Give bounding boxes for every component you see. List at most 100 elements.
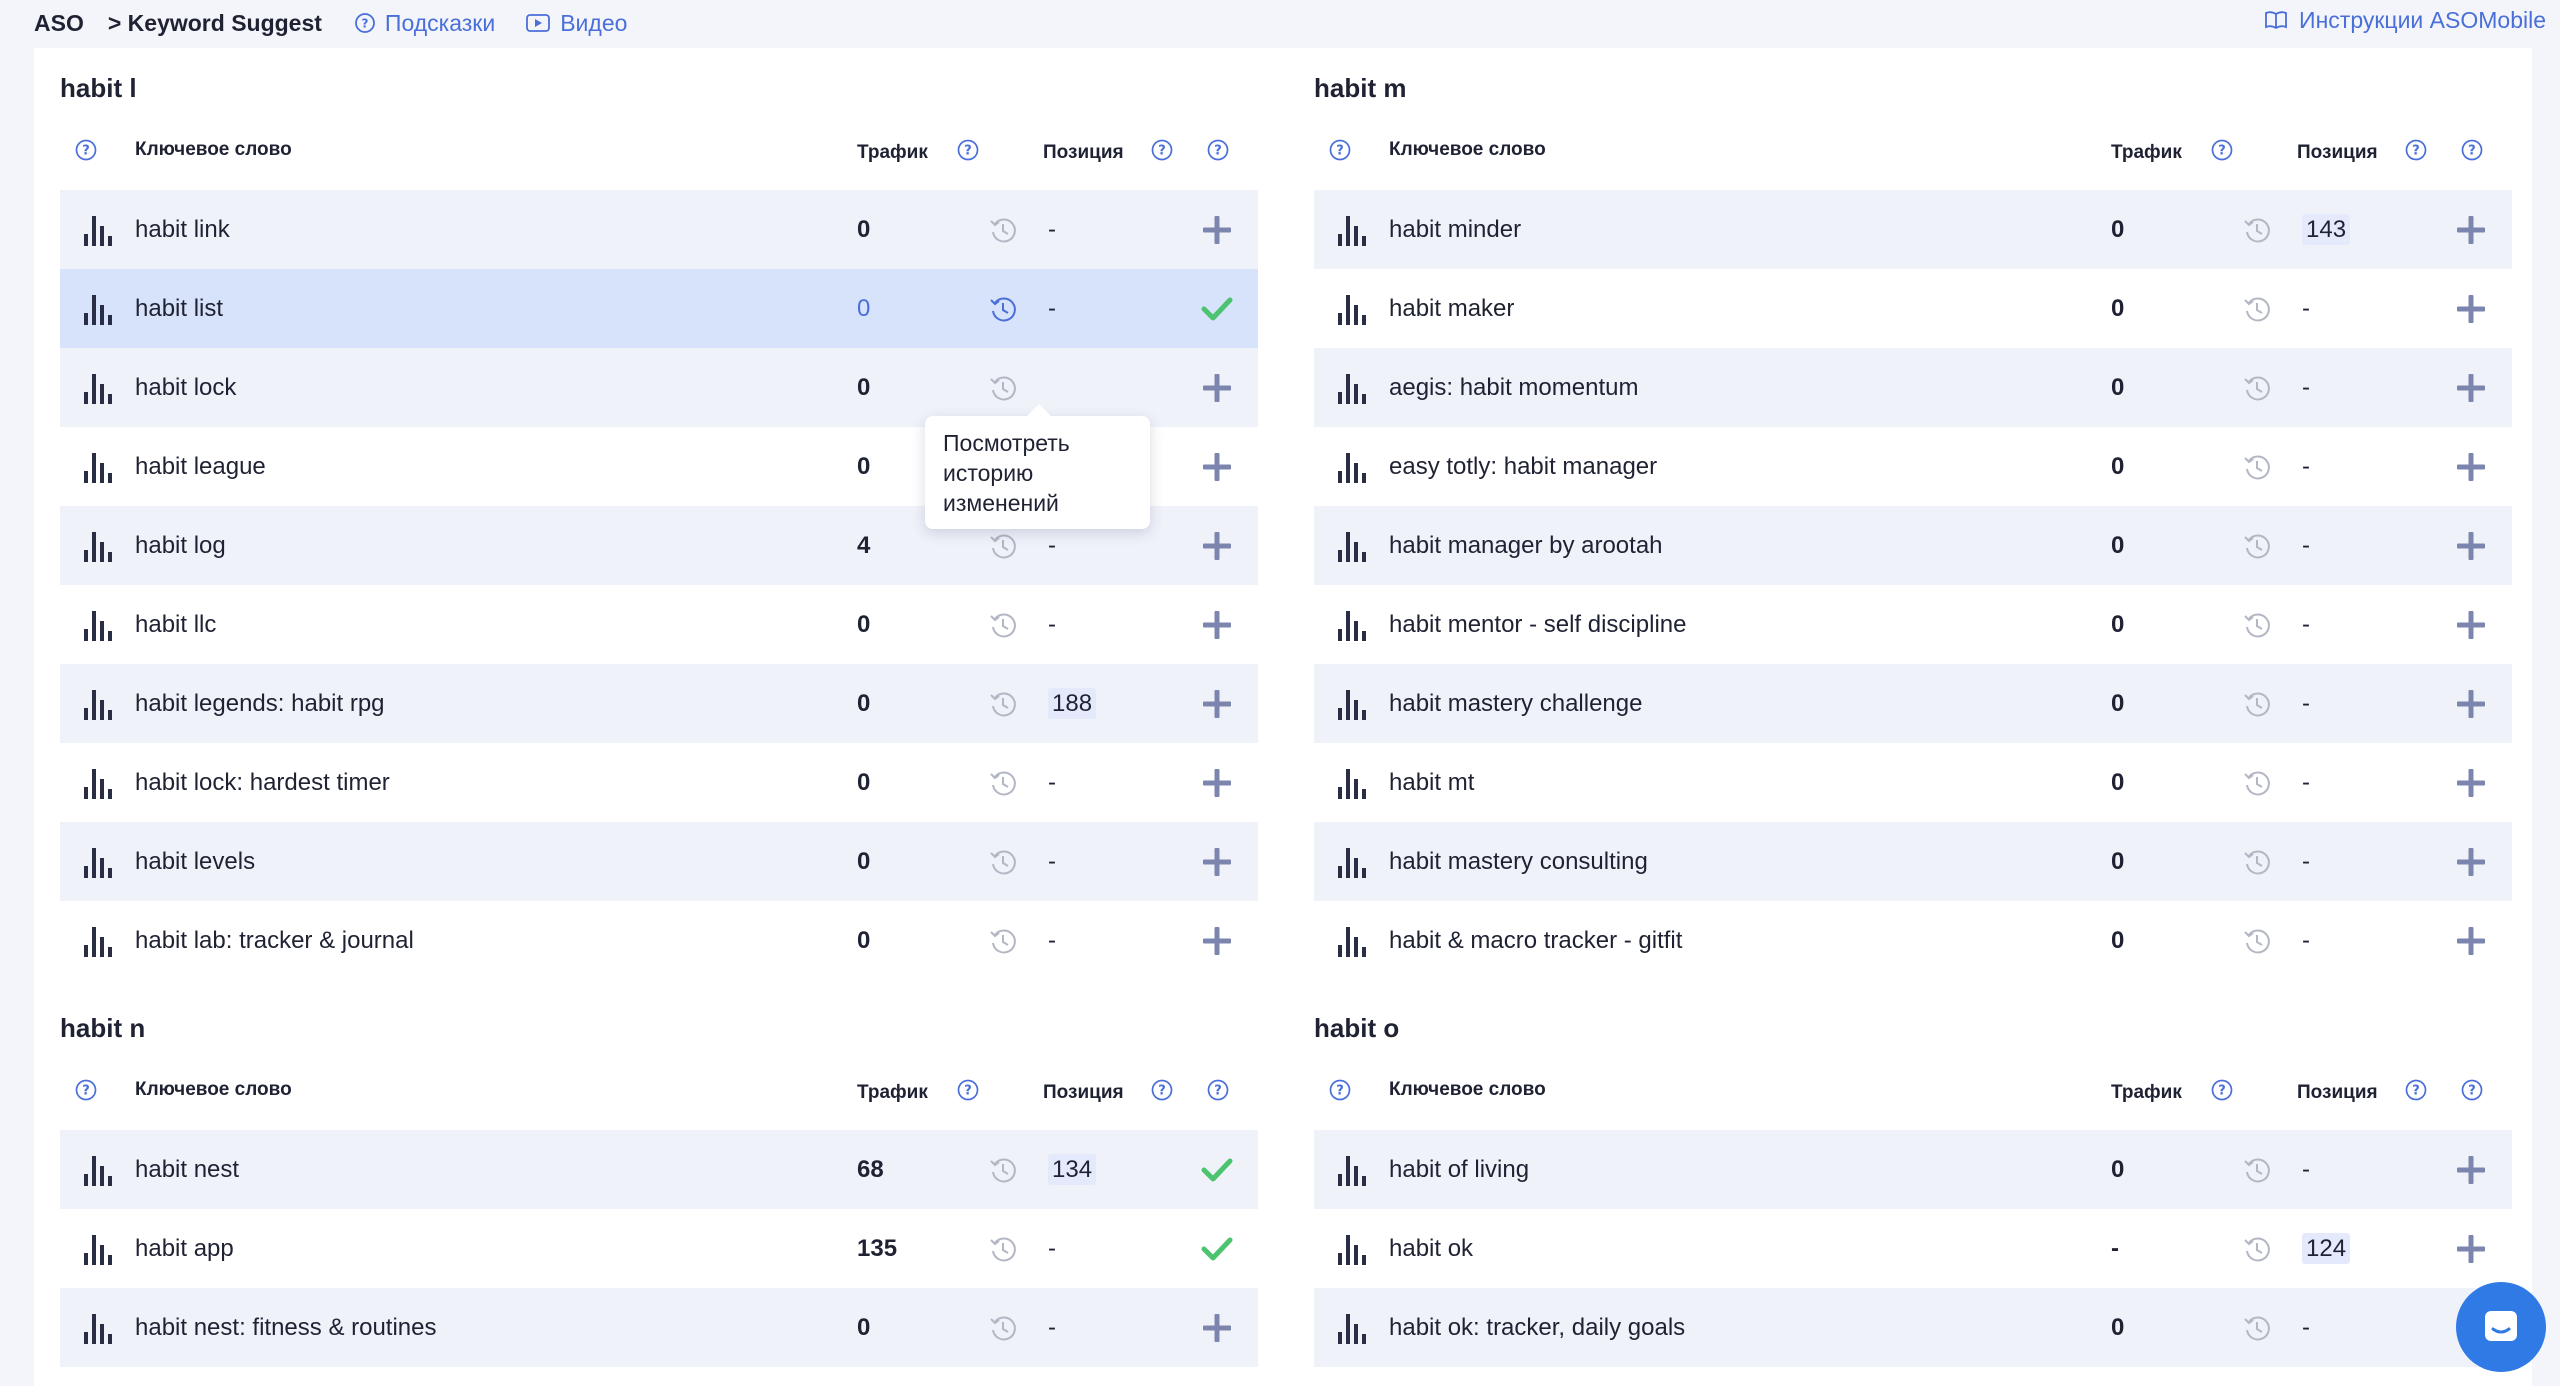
action-help-icon[interactable]: ? <box>1206 138 1230 162</box>
add-keyword-plus-icon[interactable] <box>1200 924 1234 958</box>
history-icon[interactable] <box>2242 373 2272 403</box>
bar-chart-icon[interactable] <box>1336 291 1370 325</box>
keyword-text[interactable]: habit ok: tracker, daily goals <box>1389 1288 1685 1367</box>
bar-chart-icon[interactable] <box>82 528 116 562</box>
keyword-text[interactable]: habit mastery consulting <box>1389 822 1648 901</box>
keyword-text[interactable]: habit mentor - self discipline <box>1389 585 1686 664</box>
bar-chart-icon[interactable] <box>1336 449 1370 483</box>
table-row[interactable]: habit mentor - self discipline 0 - <box>1314 585 2512 664</box>
add-keyword-plus-icon[interactable] <box>2454 529 2488 563</box>
keyword-text[interactable]: habit ok <box>1389 1209 1473 1288</box>
breadcrumb-root[interactable]: ASO <box>34 10 84 37</box>
add-keyword-plus-icon[interactable] <box>1200 1311 1234 1345</box>
history-icon[interactable] <box>988 294 1018 324</box>
history-icon[interactable] <box>988 1313 1018 1343</box>
bar-chart-icon[interactable] <box>1336 607 1370 641</box>
position-help-icon[interactable]: ? <box>1150 1078 1174 1102</box>
add-keyword-plus-icon[interactable] <box>2454 608 2488 642</box>
bar-chart-icon[interactable] <box>1336 370 1370 404</box>
history-icon[interactable] <box>988 610 1018 640</box>
table-row[interactable]: habit maker 0 - <box>1314 269 2512 348</box>
history-icon[interactable] <box>988 1234 1018 1264</box>
history-icon[interactable] <box>2242 1155 2272 1185</box>
table-row[interactable]: habit nest 68 134 <box>60 1130 1258 1209</box>
traffic-help-icon[interactable]: ? <box>956 138 980 162</box>
add-keyword-plus-icon[interactable] <box>1200 687 1234 721</box>
table-row[interactable]: habit app 135 - <box>60 1209 1258 1288</box>
add-keyword-plus-icon[interactable] <box>1200 450 1234 484</box>
table-row[interactable]: habit manager by arootah 0 - <box>1314 506 2512 585</box>
keyword-help-icon[interactable]: ? <box>74 138 98 162</box>
bar-chart-icon[interactable] <box>82 291 116 325</box>
bar-chart-icon[interactable] <box>1336 844 1370 878</box>
history-icon[interactable] <box>988 689 1018 719</box>
bar-chart-icon[interactable] <box>82 370 116 404</box>
history-icon[interactable] <box>2242 926 2272 956</box>
keyword-text[interactable]: habit lab: tracker & journal <box>135 901 414 980</box>
bar-chart-icon[interactable] <box>82 607 116 641</box>
table-row[interactable]: habit mt 0 - <box>1314 743 2512 822</box>
keyword-text[interactable]: habit nest: fitness & routines <box>135 1288 437 1367</box>
keyword-text[interactable]: habit league <box>135 427 266 506</box>
history-icon[interactable] <box>2242 768 2272 798</box>
history-icon[interactable] <box>2242 847 2272 877</box>
keyword-text[interactable]: habit & macro tracker - gitfit <box>1389 901 1682 980</box>
table-row[interactable]: habit nest: fitness & routines 0 - <box>60 1288 1258 1367</box>
add-keyword-plus-icon[interactable] <box>2454 1153 2488 1187</box>
add-keyword-plus-icon[interactable] <box>2454 687 2488 721</box>
bar-chart-icon[interactable] <box>1336 1231 1370 1265</box>
bar-chart-icon[interactable] <box>1336 212 1370 246</box>
keyword-text[interactable]: easy totly: habit manager <box>1389 427 1657 506</box>
history-icon[interactable] <box>2242 452 2272 482</box>
keyword-text[interactable]: habit link <box>135 190 230 269</box>
table-row[interactable]: habit ok: tracker, daily goals 0 - <box>1314 1288 2512 1367</box>
history-icon[interactable] <box>988 847 1018 877</box>
table-row[interactable]: habit ok - 124 <box>1314 1209 2512 1288</box>
keyword-text[interactable]: habit manager by arootah <box>1389 506 1663 585</box>
history-icon[interactable] <box>2242 1313 2272 1343</box>
table-row[interactable]: habit levels 0 - <box>60 822 1258 901</box>
keyword-text[interactable]: habit mt <box>1389 743 1474 822</box>
keyword-text[interactable]: habit of living <box>1389 1130 1529 1209</box>
keyword-text[interactable]: habit mastery challenge <box>1389 664 1642 743</box>
position-help-icon[interactable]: ? <box>2404 138 2428 162</box>
keyword-text[interactable]: aegis: habit momentum <box>1389 348 1638 427</box>
bar-chart-icon[interactable] <box>1336 765 1370 799</box>
keyword-text[interactable]: habit lock <box>135 348 236 427</box>
history-icon[interactable] <box>988 768 1018 798</box>
hints-link[interactable]: ? Подсказки <box>354 10 495 37</box>
table-row[interactable]: easy totly: habit manager 0 - <box>1314 427 2512 506</box>
table-row[interactable]: aegis: habit momentum 0 - <box>1314 348 2512 427</box>
instructions-link[interactable]: Инструкции ASOMobile <box>2263 0 2546 40</box>
chat-button[interactable] <box>2456 1282 2546 1372</box>
bar-chart-icon[interactable] <box>82 1231 116 1265</box>
action-help-icon[interactable]: ? <box>1206 1078 1230 1102</box>
history-icon[interactable] <box>2242 689 2272 719</box>
bar-chart-icon[interactable] <box>82 844 116 878</box>
bar-chart-icon[interactable] <box>82 1310 116 1344</box>
table-row[interactable]: habit lock: hardest timer 0 - <box>60 743 1258 822</box>
table-row[interactable]: habit link 0 - <box>60 190 1258 269</box>
keyword-text[interactable]: habit app <box>135 1209 234 1288</box>
table-row[interactable]: habit legends: habit rpg 0 188 <box>60 664 1258 743</box>
keyword-help-icon[interactable]: ? <box>1328 1078 1352 1102</box>
position-help-icon[interactable]: ? <box>1150 138 1174 162</box>
check-icon[interactable] <box>1200 292 1234 326</box>
keyword-help-icon[interactable]: ? <box>74 1078 98 1102</box>
add-keyword-plus-icon[interactable] <box>2454 292 2488 326</box>
bar-chart-icon[interactable] <box>82 212 116 246</box>
history-icon[interactable] <box>988 926 1018 956</box>
history-icon[interactable] <box>988 1155 1018 1185</box>
table-row[interactable]: habit lab: tracker & journal 0 - <box>60 901 1258 980</box>
keyword-help-icon[interactable]: ? <box>1328 138 1352 162</box>
table-row[interactable]: habit of living 0 - <box>1314 1130 2512 1209</box>
add-keyword-plus-icon[interactable] <box>2454 924 2488 958</box>
bar-chart-icon[interactable] <box>82 923 116 957</box>
keyword-text[interactable]: habit list <box>135 269 223 348</box>
keyword-text[interactable]: habit nest <box>135 1130 239 1209</box>
add-keyword-plus-icon[interactable] <box>2454 845 2488 879</box>
add-keyword-plus-icon[interactable] <box>1200 213 1234 247</box>
bar-chart-icon[interactable] <box>82 1152 116 1186</box>
video-link[interactable]: Видео <box>525 10 627 37</box>
history-icon[interactable] <box>988 373 1018 403</box>
